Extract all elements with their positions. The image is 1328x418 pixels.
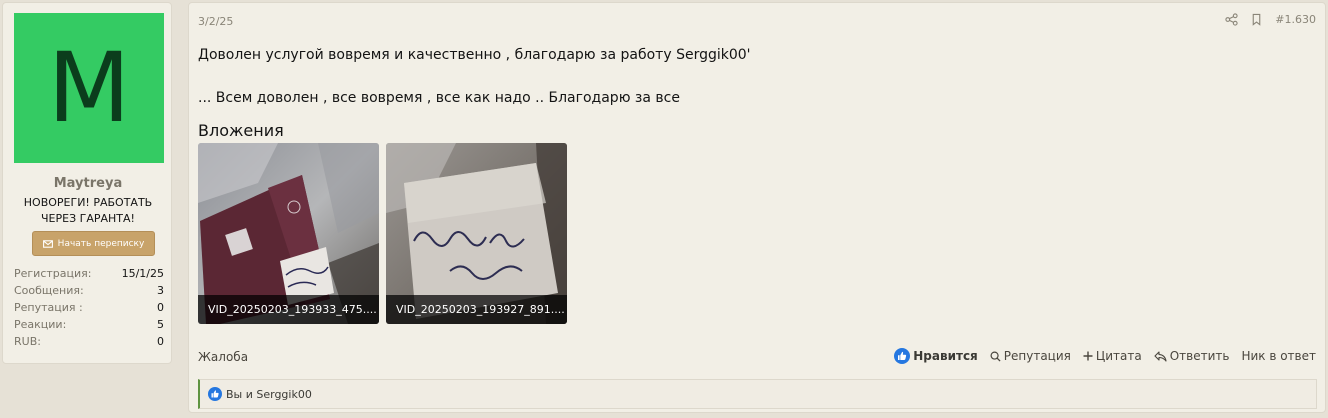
like-button[interactable]: Нравится xyxy=(894,348,978,364)
stat-reactions: Реакции: 5 xyxy=(14,316,164,333)
avatar-letter: M xyxy=(47,32,131,144)
attachment-thumbnail-2[interactable]: VID_20250203_193927_891.... xyxy=(386,143,567,324)
thumbs-up-icon xyxy=(894,348,911,364)
user-stats: Регистрация: 15/1/25 Сообщения: 3 Репута… xyxy=(14,265,164,350)
post: 3/2/25 #1.630 Доволен услугой вовремя и … xyxy=(188,2,1326,413)
share-icon[interactable] xyxy=(1225,13,1238,26)
user-title-line-2: ЧЕРЕЗ ГАРАНТА! xyxy=(41,212,135,225)
reputation-label: Репутация xyxy=(1003,349,1071,363)
stat-rub: RUB: 0 xyxy=(14,333,164,350)
envelope-icon xyxy=(42,239,53,248)
reply-icon xyxy=(1154,350,1167,362)
nick-reply-label: Ник в ответ xyxy=(1241,349,1316,363)
user-sidebar: M Maytreya НОВОРЕГИ! РАБОТАТЬ ЧЕРЕЗ ГАРА… xyxy=(2,2,172,364)
plus-icon xyxy=(1083,351,1093,361)
post-message-line-1: Доволен услугой вовремя и качественно , … xyxy=(198,47,751,63)
user-title: НОВОРЕГИ! РАБОТАТЬ ЧЕРЕЗ ГАРАНТА! xyxy=(15,195,161,227)
quote-label: Цитата xyxy=(1095,349,1142,363)
stat-value[interactable]: 3 xyxy=(157,282,164,299)
search-icon xyxy=(990,351,1001,362)
reactions-bar[interactable]: Вы и Serggik00 xyxy=(198,379,1317,409)
stat-value: 15/1/25 xyxy=(121,267,164,280)
stat-reputation: Репутация : 0 xyxy=(14,299,164,316)
avatar[interactable]: M xyxy=(14,13,164,163)
like-label: Нравится xyxy=(913,349,978,363)
stat-label: Регистрация: xyxy=(14,267,92,280)
reputation-button[interactable]: Репутация xyxy=(990,349,1071,363)
attachment-caption: VID_20250203_193933_475.... xyxy=(198,295,379,324)
username[interactable]: Maytreya xyxy=(3,176,173,191)
post-actions: Нравится Репутация Цитата Ответить Ник в… xyxy=(894,348,1316,364)
post-message-line-2: ... Всем доволен , все вовремя , все как… xyxy=(198,90,680,106)
attachments-title: Вложения xyxy=(198,121,284,140)
stat-value: 0 xyxy=(157,335,164,348)
stat-messages: Сообщения: 3 xyxy=(14,282,164,299)
start-conversation-label: Начать переписку xyxy=(57,238,145,249)
stat-value: 5 xyxy=(157,318,164,331)
stat-label: RUB: xyxy=(14,335,41,348)
post-number[interactable]: #1.630 xyxy=(1275,13,1316,26)
stat-registration: Регистрация: 15/1/25 xyxy=(14,265,164,282)
stat-value: 0 xyxy=(157,301,164,314)
stat-label: Репутация : xyxy=(14,301,83,314)
user-title-line-1: НОВОРЕГИ! РАБОТАТЬ xyxy=(23,196,153,209)
bookmark-icon[interactable] xyxy=(1250,13,1263,26)
reply-button[interactable]: Ответить xyxy=(1154,349,1230,363)
reply-label: Ответить xyxy=(1169,349,1230,363)
quote-button[interactable]: Цитата xyxy=(1083,349,1142,363)
attachment-thumbnail-1[interactable]: VID_20250203_193933_475.... xyxy=(198,143,379,324)
nick-reply-button[interactable]: Ник в ответ xyxy=(1241,349,1316,363)
attachment-caption: VID_20250203_193927_891.... xyxy=(386,295,567,324)
reactions-text[interactable]: Вы и Serggik00 xyxy=(226,388,312,401)
start-conversation-button[interactable]: Начать переписку xyxy=(32,231,155,256)
report-link[interactable]: Жалоба xyxy=(198,350,248,364)
post-date[interactable]: 3/2/25 xyxy=(198,15,233,28)
stat-label: Сообщения: xyxy=(14,284,84,297)
stat-label: Реакции: xyxy=(14,318,67,331)
thumbs-up-icon xyxy=(208,387,222,401)
post-tools: #1.630 xyxy=(1225,13,1316,26)
